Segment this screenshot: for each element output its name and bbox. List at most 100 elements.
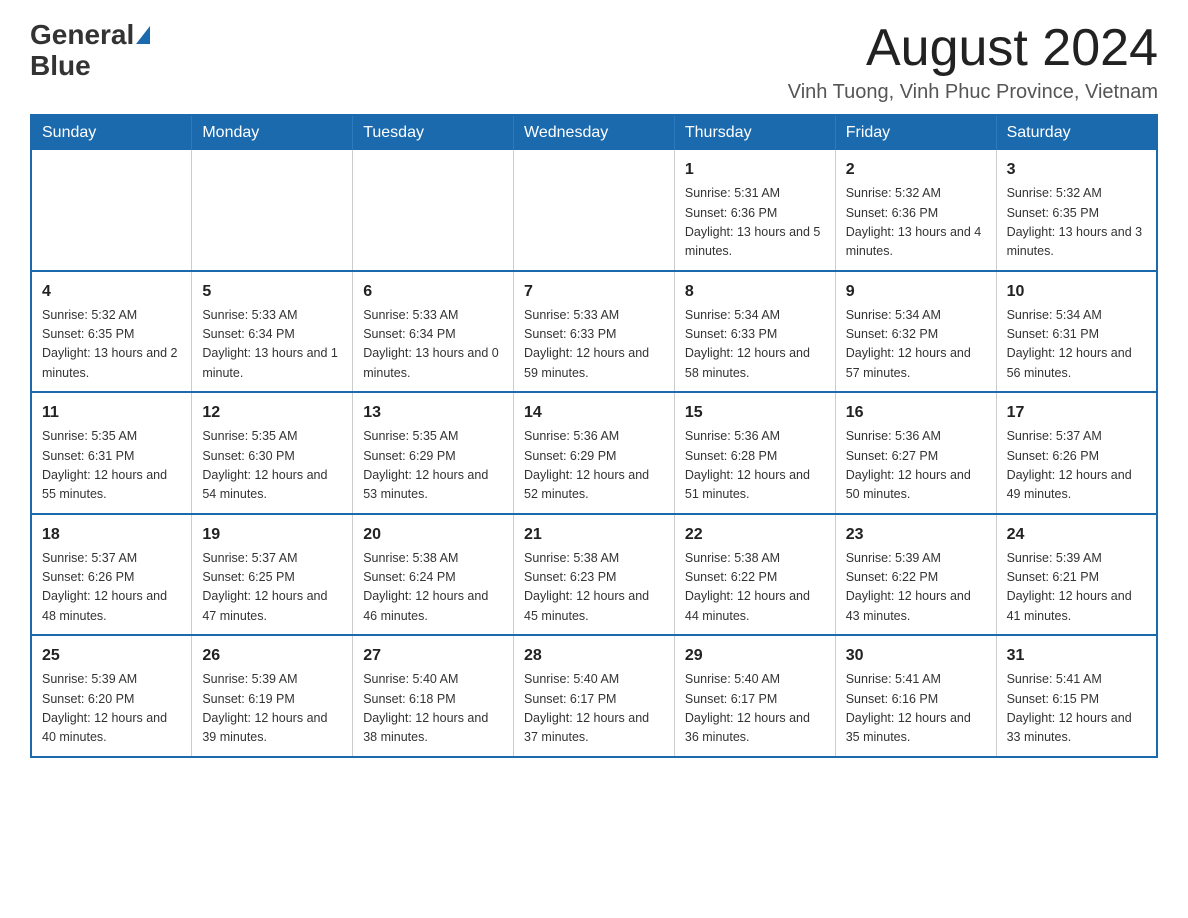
calendar-cell-3-3: 21Sunrise: 5:38 AM Sunset: 6:23 PM Dayli… bbox=[514, 514, 675, 636]
day-info: Sunrise: 5:41 AM Sunset: 6:15 PM Dayligh… bbox=[1007, 670, 1146, 748]
calendar-cell-2-1: 12Sunrise: 5:35 AM Sunset: 6:30 PM Dayli… bbox=[192, 392, 353, 514]
calendar-cell-0-2 bbox=[353, 150, 514, 271]
day-info: Sunrise: 5:38 AM Sunset: 6:23 PM Dayligh… bbox=[524, 549, 664, 627]
page-header: General Blue August 2024 Vinh Tuong, Vin… bbox=[30, 20, 1158, 104]
calendar-cell-0-6: 3Sunrise: 5:32 AM Sunset: 6:35 PM Daylig… bbox=[996, 150, 1157, 271]
title-block: August 2024 Vinh Tuong, Vinh Phuc Provin… bbox=[788, 20, 1158, 104]
day-number: 19 bbox=[202, 523, 342, 547]
day-number: 8 bbox=[685, 280, 825, 304]
day-info: Sunrise: 5:37 AM Sunset: 6:26 PM Dayligh… bbox=[1007, 427, 1146, 505]
day-info: Sunrise: 5:39 AM Sunset: 6:22 PM Dayligh… bbox=[846, 549, 986, 627]
weekday-header-sunday: Sunday bbox=[31, 115, 192, 150]
day-info: Sunrise: 5:34 AM Sunset: 6:31 PM Dayligh… bbox=[1007, 306, 1146, 384]
day-number: 18 bbox=[42, 523, 181, 547]
month-title: August 2024 bbox=[788, 20, 1158, 77]
calendar-cell-3-4: 22Sunrise: 5:38 AM Sunset: 6:22 PM Dayli… bbox=[674, 514, 835, 636]
day-number: 26 bbox=[202, 644, 342, 668]
calendar-cell-1-2: 6Sunrise: 5:33 AM Sunset: 6:34 PM Daylig… bbox=[353, 271, 514, 393]
day-number: 20 bbox=[363, 523, 503, 547]
day-info: Sunrise: 5:36 AM Sunset: 6:29 PM Dayligh… bbox=[524, 427, 664, 505]
day-number: 23 bbox=[846, 523, 986, 547]
calendar-cell-1-4: 8Sunrise: 5:34 AM Sunset: 6:33 PM Daylig… bbox=[674, 271, 835, 393]
weekday-header-saturday: Saturday bbox=[996, 115, 1157, 150]
day-info: Sunrise: 5:34 AM Sunset: 6:33 PM Dayligh… bbox=[685, 306, 825, 384]
day-number: 29 bbox=[685, 644, 825, 668]
calendar-cell-3-6: 24Sunrise: 5:39 AM Sunset: 6:21 PM Dayli… bbox=[996, 514, 1157, 636]
day-info: Sunrise: 5:35 AM Sunset: 6:29 PM Dayligh… bbox=[363, 427, 503, 505]
day-number: 4 bbox=[42, 280, 181, 304]
calendar-cell-1-6: 10Sunrise: 5:34 AM Sunset: 6:31 PM Dayli… bbox=[996, 271, 1157, 393]
day-number: 2 bbox=[846, 158, 986, 182]
calendar-cell-0-0 bbox=[31, 150, 192, 271]
calendar-cell-2-5: 16Sunrise: 5:36 AM Sunset: 6:27 PM Dayli… bbox=[835, 392, 996, 514]
day-info: Sunrise: 5:32 AM Sunset: 6:35 PM Dayligh… bbox=[42, 306, 181, 384]
weekday-header-monday: Monday bbox=[192, 115, 353, 150]
day-info: Sunrise: 5:40 AM Sunset: 6:18 PM Dayligh… bbox=[363, 670, 503, 748]
calendar-cell-1-1: 5Sunrise: 5:33 AM Sunset: 6:34 PM Daylig… bbox=[192, 271, 353, 393]
day-info: Sunrise: 5:39 AM Sunset: 6:20 PM Dayligh… bbox=[42, 670, 181, 748]
calendar-cell-1-0: 4Sunrise: 5:32 AM Sunset: 6:35 PM Daylig… bbox=[31, 271, 192, 393]
day-number: 12 bbox=[202, 401, 342, 425]
day-number: 15 bbox=[685, 401, 825, 425]
calendar-cell-2-0: 11Sunrise: 5:35 AM Sunset: 6:31 PM Dayli… bbox=[31, 392, 192, 514]
logo: General Blue bbox=[30, 20, 150, 82]
day-number: 21 bbox=[524, 523, 664, 547]
day-number: 22 bbox=[685, 523, 825, 547]
calendar-cell-1-5: 9Sunrise: 5:34 AM Sunset: 6:32 PM Daylig… bbox=[835, 271, 996, 393]
calendar-cell-0-5: 2Sunrise: 5:32 AM Sunset: 6:36 PM Daylig… bbox=[835, 150, 996, 271]
day-number: 3 bbox=[1007, 158, 1146, 182]
calendar-cell-1-3: 7Sunrise: 5:33 AM Sunset: 6:33 PM Daylig… bbox=[514, 271, 675, 393]
day-info: Sunrise: 5:39 AM Sunset: 6:19 PM Dayligh… bbox=[202, 670, 342, 748]
calendar-cell-2-6: 17Sunrise: 5:37 AM Sunset: 6:26 PM Dayli… bbox=[996, 392, 1157, 514]
day-number: 9 bbox=[846, 280, 986, 304]
calendar-cell-3-2: 20Sunrise: 5:38 AM Sunset: 6:24 PM Dayli… bbox=[353, 514, 514, 636]
day-number: 11 bbox=[42, 401, 181, 425]
day-info: Sunrise: 5:34 AM Sunset: 6:32 PM Dayligh… bbox=[846, 306, 986, 384]
day-info: Sunrise: 5:32 AM Sunset: 6:36 PM Dayligh… bbox=[846, 184, 986, 262]
day-info: Sunrise: 5:37 AM Sunset: 6:26 PM Dayligh… bbox=[42, 549, 181, 627]
day-number: 30 bbox=[846, 644, 986, 668]
day-number: 1 bbox=[685, 158, 825, 182]
day-number: 31 bbox=[1007, 644, 1146, 668]
logo-blue: Blue bbox=[30, 51, 91, 82]
calendar-cell-2-3: 14Sunrise: 5:36 AM Sunset: 6:29 PM Dayli… bbox=[514, 392, 675, 514]
day-number: 17 bbox=[1007, 401, 1146, 425]
day-info: Sunrise: 5:40 AM Sunset: 6:17 PM Dayligh… bbox=[685, 670, 825, 748]
calendar-cell-0-3 bbox=[514, 150, 675, 271]
day-info: Sunrise: 5:40 AM Sunset: 6:17 PM Dayligh… bbox=[524, 670, 664, 748]
location-subtitle: Vinh Tuong, Vinh Phuc Province, Vietnam bbox=[788, 81, 1158, 104]
calendar-cell-4-4: 29Sunrise: 5:40 AM Sunset: 6:17 PM Dayli… bbox=[674, 635, 835, 757]
day-info: Sunrise: 5:35 AM Sunset: 6:30 PM Dayligh… bbox=[202, 427, 342, 505]
weekday-header-friday: Friday bbox=[835, 115, 996, 150]
day-info: Sunrise: 5:31 AM Sunset: 6:36 PM Dayligh… bbox=[685, 184, 825, 262]
calendar-cell-4-2: 27Sunrise: 5:40 AM Sunset: 6:18 PM Dayli… bbox=[353, 635, 514, 757]
day-info: Sunrise: 5:38 AM Sunset: 6:22 PM Dayligh… bbox=[685, 549, 825, 627]
day-info: Sunrise: 5:33 AM Sunset: 6:34 PM Dayligh… bbox=[202, 306, 342, 384]
calendar-cell-4-0: 25Sunrise: 5:39 AM Sunset: 6:20 PM Dayli… bbox=[31, 635, 192, 757]
day-info: Sunrise: 5:38 AM Sunset: 6:24 PM Dayligh… bbox=[363, 549, 503, 627]
logo-triangle-icon bbox=[136, 26, 150, 44]
calendar-cell-3-0: 18Sunrise: 5:37 AM Sunset: 6:26 PM Dayli… bbox=[31, 514, 192, 636]
calendar-table: SundayMondayTuesdayWednesdayThursdayFrid… bbox=[30, 114, 1158, 758]
calendar-cell-4-3: 28Sunrise: 5:40 AM Sunset: 6:17 PM Dayli… bbox=[514, 635, 675, 757]
logo-general: General bbox=[30, 20, 134, 51]
day-number: 7 bbox=[524, 280, 664, 304]
day-info: Sunrise: 5:36 AM Sunset: 6:27 PM Dayligh… bbox=[846, 427, 986, 505]
day-number: 27 bbox=[363, 644, 503, 668]
calendar-cell-2-2: 13Sunrise: 5:35 AM Sunset: 6:29 PM Dayli… bbox=[353, 392, 514, 514]
calendar-cell-4-6: 31Sunrise: 5:41 AM Sunset: 6:15 PM Dayli… bbox=[996, 635, 1157, 757]
weekday-header-thursday: Thursday bbox=[674, 115, 835, 150]
calendar-cell-0-4: 1Sunrise: 5:31 AM Sunset: 6:36 PM Daylig… bbox=[674, 150, 835, 271]
calendar-cell-3-5: 23Sunrise: 5:39 AM Sunset: 6:22 PM Dayli… bbox=[835, 514, 996, 636]
day-info: Sunrise: 5:32 AM Sunset: 6:35 PM Dayligh… bbox=[1007, 184, 1146, 262]
day-info: Sunrise: 5:35 AM Sunset: 6:31 PM Dayligh… bbox=[42, 427, 181, 505]
day-info: Sunrise: 5:41 AM Sunset: 6:16 PM Dayligh… bbox=[846, 670, 986, 748]
calendar-cell-4-1: 26Sunrise: 5:39 AM Sunset: 6:19 PM Dayli… bbox=[192, 635, 353, 757]
calendar-cell-0-1 bbox=[192, 150, 353, 271]
day-info: Sunrise: 5:39 AM Sunset: 6:21 PM Dayligh… bbox=[1007, 549, 1146, 627]
day-number: 14 bbox=[524, 401, 664, 425]
weekday-header-wednesday: Wednesday bbox=[514, 115, 675, 150]
day-number: 6 bbox=[363, 280, 503, 304]
calendar-cell-2-4: 15Sunrise: 5:36 AM Sunset: 6:28 PM Dayli… bbox=[674, 392, 835, 514]
weekday-header-tuesday: Tuesday bbox=[353, 115, 514, 150]
